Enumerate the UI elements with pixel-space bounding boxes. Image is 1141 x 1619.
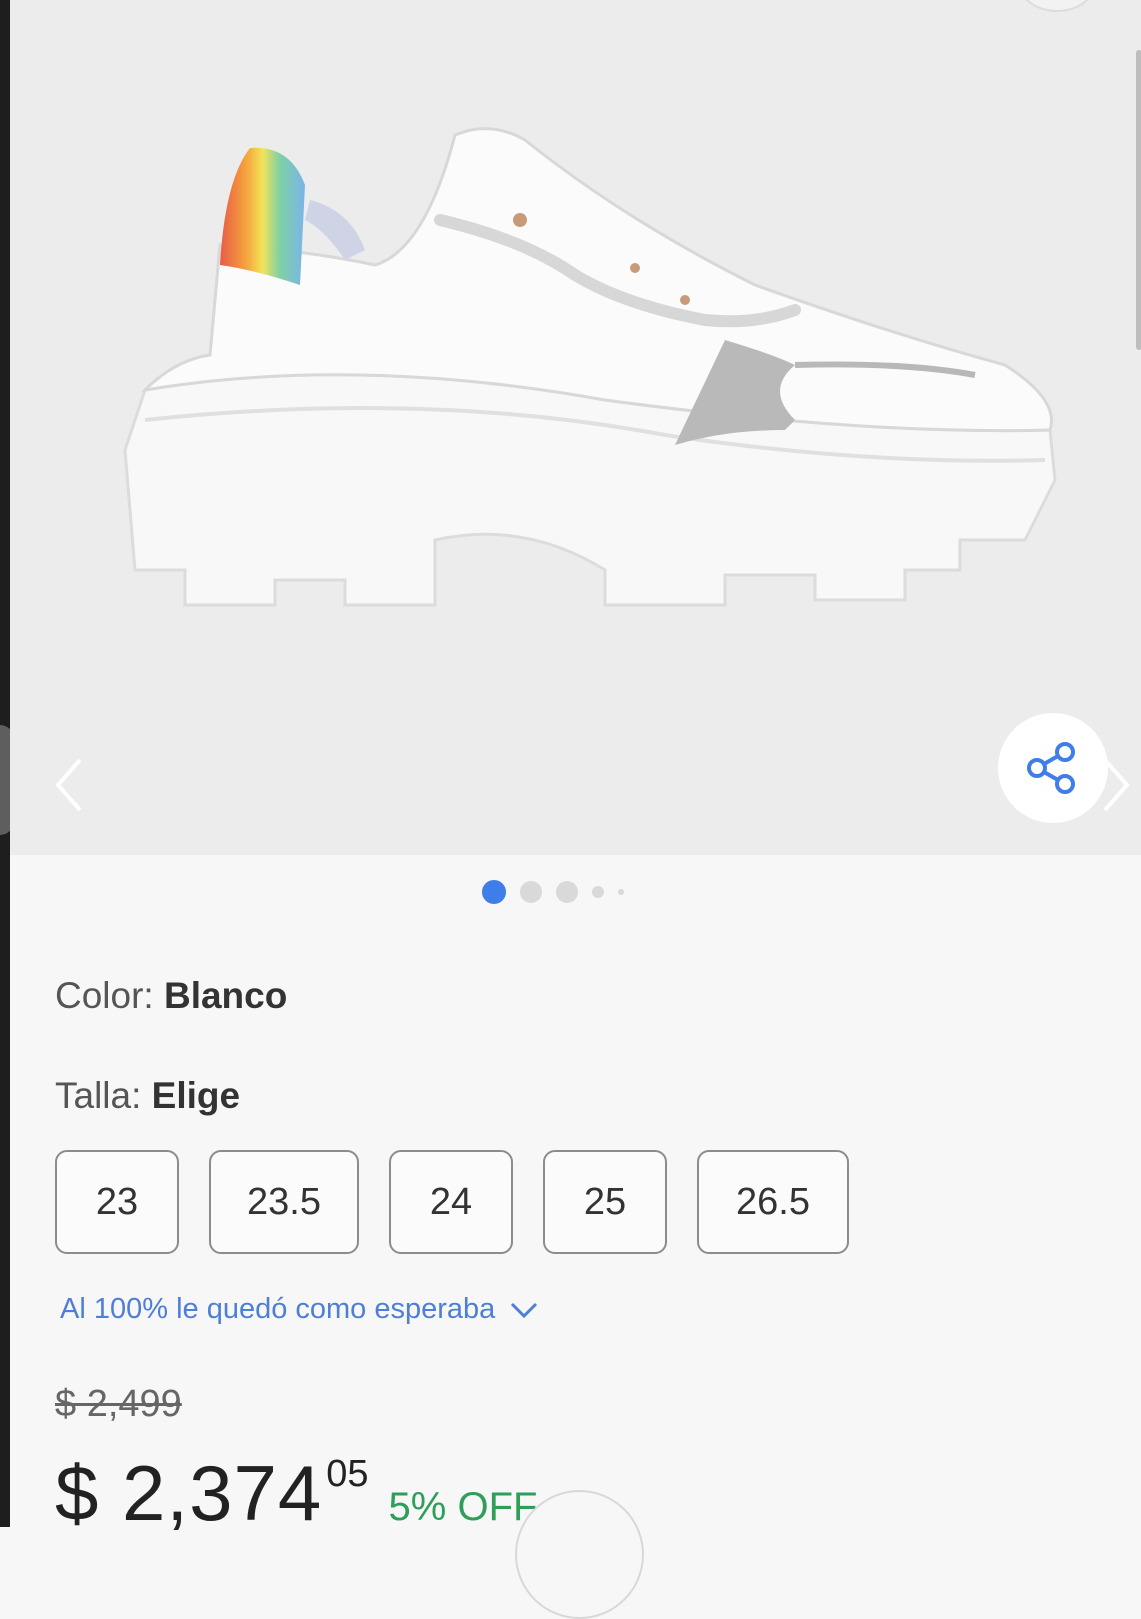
size-option-24[interactable]: 24	[389, 1150, 513, 1254]
scrollbar[interactable]	[1136, 50, 1141, 350]
size-option-23-5[interactable]: 23.5	[209, 1150, 359, 1254]
price-cents: 05	[326, 1453, 369, 1495]
fit-feedback-text: Al 100% le quedó como esperaba	[60, 1293, 496, 1325]
original-price: $ 2,499	[55, 1383, 182, 1425]
bottom-control[interactable]	[515, 1490, 644, 1619]
chevron-down-icon	[511, 1302, 538, 1318]
carousel-dot[interactable]	[556, 881, 578, 903]
carousel-dot[interactable]	[618, 889, 624, 895]
carousel-dot[interactable]	[520, 881, 542, 903]
fit-feedback-link[interactable]: Al 100% le quedó como esperaba	[60, 1293, 539, 1326]
share-icon	[1027, 742, 1075, 794]
size-option-25[interactable]: 25	[543, 1150, 667, 1254]
size-options: 23 23.5 24 25 26.5	[55, 1150, 849, 1254]
color-value: Blanco	[163, 975, 288, 1016]
chevron-left-icon[interactable]	[50, 755, 90, 815]
carousel-dots[interactable]	[482, 880, 624, 904]
color-label: Color:	[55, 975, 154, 1016]
top-control[interactable]	[1020, 0, 1094, 12]
left-edge	[0, 0, 14, 1527]
color-selector: Color: Blanco	[55, 975, 287, 1017]
size-option-26-5[interactable]: 26.5	[697, 1150, 849, 1254]
product-image	[123, 127, 1057, 607]
size-value: Elige	[151, 1075, 241, 1116]
share-button[interactable]	[998, 713, 1108, 823]
discount-badge: 5% OFF	[388, 1485, 538, 1529]
carousel-dot[interactable]	[482, 880, 506, 904]
price-block: $ 2,374 05 5% OFF	[55, 1448, 537, 1539]
carousel-dot[interactable]	[592, 886, 604, 898]
product-gallery[interactable]	[10, 0, 1141, 855]
size-selector-label: Talla: Elige	[55, 1075, 240, 1117]
current-price: $ 2,374	[55, 1449, 323, 1537]
size-label: Talla:	[55, 1075, 142, 1116]
size-option-23[interactable]: 23	[55, 1150, 179, 1254]
